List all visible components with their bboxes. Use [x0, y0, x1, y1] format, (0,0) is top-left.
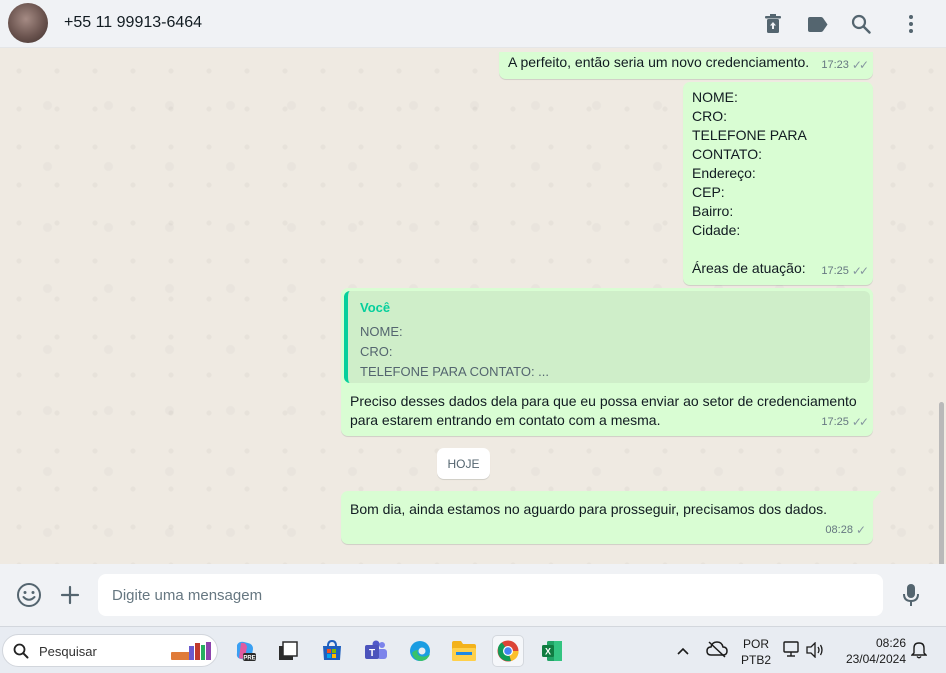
microphone-icon[interactable] [897, 581, 925, 609]
scrollbar[interactable] [939, 402, 944, 564]
message-time: 08:28 [825, 524, 853, 536]
copilot-icon[interactable]: PRE [229, 635, 261, 667]
double-check-icon: ✓✓ [851, 415, 869, 429]
store-icon[interactable] [316, 635, 348, 667]
volume-icon[interactable] [806, 641, 824, 663]
composer [0, 564, 946, 626]
message-bubble[interactable]: Bom dia, ainda estamos no aguardo para p… [341, 491, 881, 544]
message-line: CRO: [692, 108, 727, 124]
notification-bell-icon[interactable] [910, 641, 928, 664]
day-separator: HOJE [437, 448, 490, 479]
bubble-tail [873, 491, 881, 501]
file-explorer-icon[interactable] [448, 635, 480, 667]
label-icon[interactable] [805, 12, 829, 36]
message-line: Endereço: [692, 165, 756, 181]
quote-line: CRO: [360, 344, 393, 359]
message-meta: 17:25 ✓✓ [821, 413, 869, 432]
clock-date[interactable]: 23/04/2024 [838, 652, 906, 666]
search-icon [13, 643, 29, 659]
contact-name[interactable]: +55 11 99913-6464 [64, 14, 202, 32]
search-placeholder: Pesquisar [39, 644, 97, 659]
quote-author: Você [360, 300, 391, 315]
excel-icon[interactable]: X [536, 635, 568, 667]
taskbar-search[interactable]: Pesquisar [2, 634, 218, 667]
display-icon[interactable] [783, 641, 801, 663]
message-time: 17:25 [821, 416, 849, 428]
message-text: Bom dia, ainda estamos no aguardo para p… [350, 501, 828, 517]
menu-icon[interactable] [899, 12, 923, 36]
language-line2[interactable]: PTB2 [740, 653, 772, 667]
emoji-icon[interactable] [15, 581, 43, 609]
app-icon[interactable] [272, 635, 304, 667]
message-bubble[interactable]: Você NOME: CRO: TELEFONE PARA CONTATO: .… [341, 288, 873, 436]
contact-avatar[interactable] [8, 3, 48, 43]
message-meta: 17:25 ✓✓ [821, 262, 869, 281]
plus-icon[interactable] [56, 581, 84, 609]
message-line: CEP: [692, 184, 725, 200]
svg-text:PRE: PRE [243, 656, 255, 662]
message-line: NOME: [692, 89, 738, 105]
whatsapp-window: +55 11 99913-6464 A perfeito, então seri… [0, 0, 946, 673]
message-line: TELEFONE PARA CONTATO: [692, 127, 807, 162]
message-bubble[interactable]: A perfeito, então seria um novo credenci… [499, 52, 873, 79]
language-line1[interactable]: POR [740, 637, 772, 651]
svg-text:T: T [369, 648, 375, 659]
message-bubble[interactable]: NOME: CRO: TELEFONE PARA CONTATO: Endere… [683, 82, 873, 285]
message-time: 17:25 [821, 265, 849, 277]
edge-icon[interactable] [404, 635, 436, 667]
message-meta: 17:23 ✓✓ [821, 56, 869, 75]
cloud-off-icon[interactable] [706, 640, 728, 663]
message-text: Preciso desses dados dela para que eu po… [350, 393, 857, 409]
chrome-icon[interactable] [492, 635, 524, 667]
search-icon[interactable] [849, 12, 873, 36]
double-check-icon: ✓✓ [851, 264, 869, 278]
windows-taskbar: Pesquisar PRE T X POR PTB2 08:26 23/04/2… [0, 626, 946, 673]
message-input[interactable] [98, 574, 883, 616]
teams-icon[interactable]: T [360, 635, 392, 667]
message-line: Áreas de atuação: [692, 260, 806, 276]
message-line: Cidade: [692, 222, 741, 238]
svg-text:X: X [545, 647, 551, 657]
message-list[interactable]: A perfeito, então seria um novo credenci… [0, 52, 946, 564]
books-icon [171, 642, 211, 660]
quoted-message[interactable]: Você NOME: CRO: TELEFONE PARA CONTATO: .… [344, 291, 870, 383]
trash-icon[interactable] [761, 12, 785, 36]
chevron-up-icon[interactable] [676, 643, 690, 661]
double-check-icon: ✓✓ [851, 58, 869, 72]
message-line: Bairro: [692, 203, 734, 219]
quote-line: NOME: [360, 324, 403, 339]
check-icon: ✓ [855, 523, 866, 537]
message-text: A perfeito, então seria um novo credenci… [508, 54, 810, 70]
chat-header: +55 11 99913-6464 [0, 0, 946, 48]
clock-time[interactable]: 08:26 [840, 636, 906, 650]
quote-line: TELEFONE PARA CONTATO: ... [360, 364, 550, 379]
message-text: para estarem entrando em contato com a m… [350, 412, 661, 428]
message-meta: 08:28 ✓ [825, 521, 866, 540]
message-time: 17:23 [821, 59, 849, 71]
